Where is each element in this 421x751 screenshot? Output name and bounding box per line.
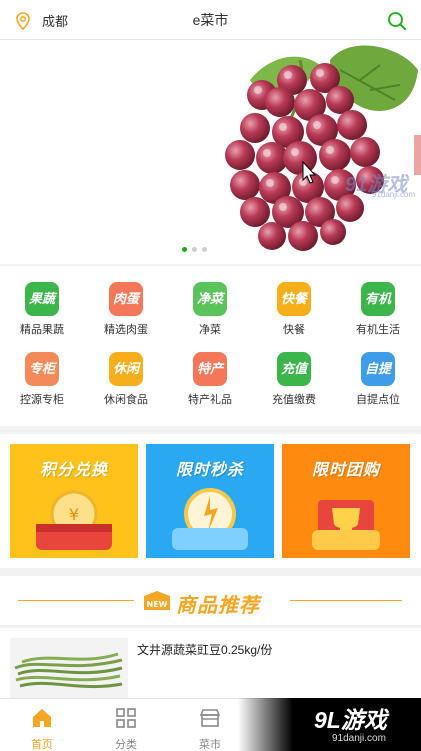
carousel-indicator	[182, 247, 207, 252]
promo-card-group-buy[interactable]: 限时团购	[282, 444, 410, 558]
long-beans-image	[14, 652, 123, 689]
product-item[interactable]: 文井源蔬菜豇豆0.25kg/份	[0, 628, 421, 700]
svg-text:NEW: NEW	[147, 600, 168, 609]
product-thumbnail[interactable]	[10, 638, 128, 700]
product-name[interactable]: 文井源蔬菜豇豆0.25kg/份	[137, 641, 272, 658]
home-icon	[33, 709, 51, 727]
divider-left	[18, 600, 134, 601]
coin-wallet-icon: ¥	[36, 490, 112, 550]
divider-right	[290, 600, 402, 601]
new-badge-icon: NEW	[144, 591, 170, 610]
carousel-dot[interactable]	[192, 247, 197, 252]
category-label: 快餐	[283, 324, 305, 336]
category-icon: 净菜	[193, 282, 227, 316]
category-label: 净菜	[199, 324, 221, 336]
category-icon: 休闲	[109, 352, 143, 386]
carousel-dot[interactable]	[182, 247, 187, 252]
recommend-header: NEW 商品推荐	[0, 576, 421, 626]
category-icon: 有机	[361, 282, 395, 316]
category-label: 自提点位	[356, 394, 400, 406]
category-item-recharge[interactable]: 充值 充值缴费	[252, 352, 336, 407]
svg-text:¥: ¥	[69, 505, 79, 524]
grid-icon	[116, 708, 136, 728]
banner-carousel[interactable]: 91游戏 91danji.com	[0, 40, 421, 264]
category-item-clean-veg[interactable]: 净菜 净菜	[168, 282, 252, 337]
watermark-logo: 9L游戏	[314, 707, 387, 733]
tab-label: 首页	[31, 739, 53, 751]
category-icon: 果蔬	[25, 282, 59, 316]
category-item-specialty[interactable]: 特产 特产礼品	[168, 352, 252, 407]
category-label: 充值缴费	[272, 394, 316, 406]
tab-label: 分类	[115, 739, 137, 751]
promo-card-points[interactable]: 积分兑换 ¥	[10, 444, 138, 558]
category-icon: 肉蛋	[109, 282, 143, 316]
trophy-icon	[312, 500, 380, 550]
category-label: 精选肉蛋	[104, 324, 148, 336]
category-label: 精品果蔬	[20, 324, 64, 336]
grapes-banner-image	[225, 45, 421, 251]
promo-section: 积分兑换 ¥ 限时秒杀 限时团购	[0, 434, 421, 568]
clock-icon	[172, 488, 248, 550]
category-icon: 充值	[277, 352, 311, 386]
category-item-organic[interactable]: 有机 有机生活	[336, 282, 420, 337]
tab-category[interactable]: 分类	[84, 699, 168, 751]
category-icon: 特产	[193, 352, 227, 386]
category-item-counter[interactable]: 专柜 控源专柜	[0, 352, 84, 407]
tab-home[interactable]: 首页	[0, 699, 84, 751]
search-icon[interactable]	[387, 11, 407, 31]
category-grid: 果蔬 精品果蔬 肉蛋 精选肉蛋 净菜 净菜 快餐 快餐 有机 有机生活 专柜 控…	[0, 266, 421, 426]
category-icon: 自提	[361, 352, 395, 386]
category-item-fruit-veg[interactable]: 果蔬 精品果蔬	[0, 282, 84, 337]
promo-card-flash-sale[interactable]: 限时秒杀	[146, 444, 274, 558]
category-icon: 专柜	[25, 352, 59, 386]
store-icon	[199, 709, 221, 727]
category-item-pickup[interactable]: 自提 自提点位	[336, 352, 420, 407]
category-icon: 快餐	[277, 282, 311, 316]
page-title: e菜市	[192, 12, 229, 28]
category-item-fast-food[interactable]: 快餐 快餐	[252, 282, 336, 337]
category-label: 特产礼品	[188, 394, 232, 406]
category-item-meat-egg[interactable]: 肉蛋 精选肉蛋	[84, 282, 168, 337]
category-item-snacks[interactable]: 休闲 休闲食品	[84, 352, 168, 407]
watermark-url: 91danji.com	[332, 733, 386, 744]
category-label: 有机生活	[356, 324, 400, 336]
banner-watermark-url: 91danji.com	[372, 190, 416, 199]
top-header: 成都 e菜市	[0, 0, 421, 40]
carousel-dot[interactable]	[202, 247, 207, 252]
category-label: 休闲食品	[104, 394, 148, 406]
category-label: 控源专柜	[20, 394, 64, 406]
recommend-title: 商品推荐	[176, 595, 260, 617]
